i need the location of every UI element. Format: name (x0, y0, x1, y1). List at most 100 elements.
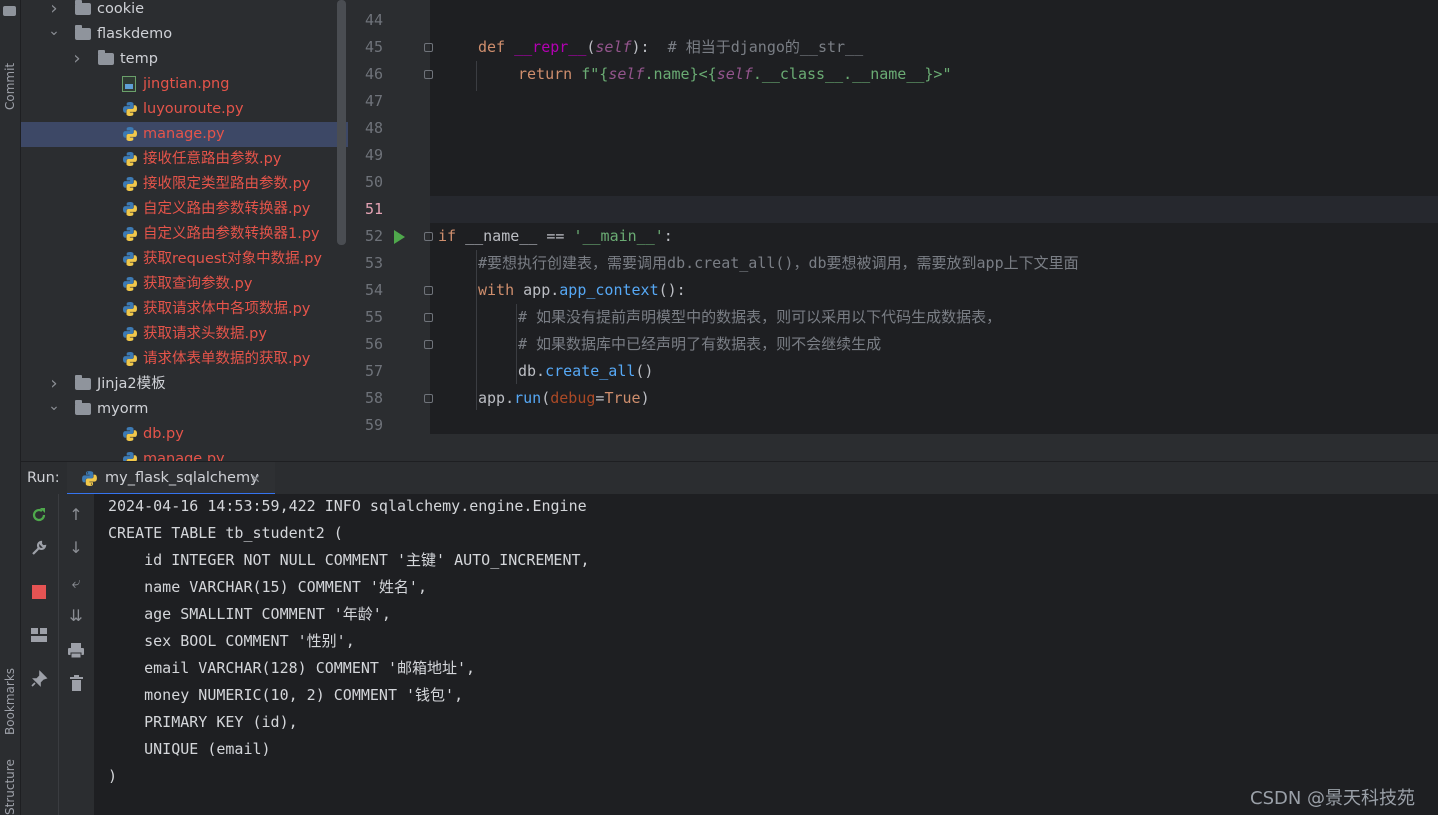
fold-marker-icon[interactable] (424, 43, 433, 52)
tree-item[interactable]: 获取查询参数.py (21, 272, 348, 297)
structure-tab[interactable]: Structure (0, 755, 20, 815)
line-number: 45 (364, 38, 383, 56)
tree-item-label: 接收任意路由参数.py (143, 151, 282, 167)
tree-item[interactable]: ⌄ flaskdemo (21, 22, 348, 47)
line-number: 54 (364, 281, 383, 299)
python-file-icon (123, 252, 137, 266)
tree-item[interactable]: › temp (21, 47, 348, 72)
folder-icon (98, 50, 114, 65)
fold-marker-icon[interactable] (424, 70, 433, 79)
folder-icon (75, 400, 91, 415)
line-number: 49 (364, 146, 383, 164)
tree-item[interactable]: 获取request对象中数据.py (21, 247, 348, 272)
tree-item-label: 获取请求体中各项数据.py (143, 301, 311, 317)
tab-my-flask-sqlalchemy[interactable]: my_flask_sqlalchemy ✕ (67, 462, 275, 495)
fold-marker-icon[interactable] (424, 232, 433, 241)
code-line-53: #要想执行创建表，需要调用db.creat_all()，db要想被调用，需要放到… (478, 254, 1079, 272)
down-arrow-icon[interactable]: ↓ (66, 538, 86, 558)
tree-item-label: flaskdemo (97, 26, 173, 42)
print-icon[interactable] (67, 642, 85, 659)
wrench-icon[interactable] (30, 539, 48, 557)
tree-scrollbar[interactable] (337, 0, 346, 245)
tree-item[interactable]: jingtian.png (21, 72, 348, 97)
soft-wrap-icon[interactable]: ⤶ (66, 573, 86, 593)
fold-marker-icon[interactable] (424, 340, 433, 349)
structure-label: Structure (3, 759, 17, 815)
line-number: 47 (364, 92, 383, 110)
line-number: 48 (364, 119, 383, 137)
tree-item[interactable]: manage.py (21, 122, 348, 147)
python-file-icon (123, 452, 137, 461)
run-gutter-icon[interactable] (394, 230, 405, 244)
left-tool-strip: Commit Bookmarks Structure (0, 0, 21, 815)
tree-item[interactable]: 自定义路由参数转换器.py (21, 197, 348, 222)
run-toolbar-primary (21, 494, 58, 815)
tree-item[interactable]: ⌄ myorm (21, 397, 348, 422)
line-number: 58 (364, 389, 383, 407)
fold-marker-icon[interactable] (424, 313, 433, 322)
python-icon (82, 471, 97, 486)
console-line: id INTEGER NOT NULL COMMENT '主键' AUTO_IN… (108, 551, 590, 569)
chevron-right-icon[interactable]: › (47, 372, 61, 397)
current-line-highlight (430, 196, 1438, 223)
console-line: sex BOOL COMMENT '性别', (108, 632, 355, 650)
tree-item[interactable]: 请求体表单数据的获取.py (21, 347, 348, 372)
python-file-icon (123, 302, 137, 316)
line-number: 53 (364, 254, 383, 272)
run-label: Run: (27, 470, 60, 486)
folder-icon[interactable] (3, 6, 16, 16)
chevron-down-icon[interactable]: ⌄ (47, 22, 61, 47)
tree-item[interactable]: › Jinja2模板 (21, 372, 348, 397)
tree-item-label: manage.py (143, 451, 225, 461)
close-icon[interactable]: ✕ (251, 462, 260, 494)
console-line: email VARCHAR(128) COMMENT '邮箱地址', (108, 659, 476, 677)
tree-item-label: Jinja2模板 (97, 376, 166, 392)
code-line-46: return f"{self.name}<{self.__class__.__n… (518, 65, 952, 83)
python-file-icon (123, 202, 137, 216)
tree-item[interactable]: 获取请求体中各项数据.py (21, 297, 348, 322)
console-line: CREATE TABLE tb_student2 ( (108, 524, 343, 542)
chevron-right-icon[interactable]: › (70, 47, 84, 72)
tree-item-label: 接收限定类型路由参数.py (143, 176, 311, 192)
stop-icon[interactable] (32, 585, 46, 599)
scroll-to-end-icon[interactable]: ⇊ (66, 606, 86, 626)
line-number: 57 (364, 362, 383, 380)
tree-item-label: db.py (143, 426, 184, 442)
code-line-56: # 如果数据库中已经声明了有数据表，则不会继续生成 (518, 335, 882, 353)
fold-marker-icon[interactable] (424, 394, 433, 403)
line-number: 52 (364, 227, 383, 245)
commit-tab[interactable]: Commit (0, 40, 20, 110)
tree-item[interactable]: 接收限定类型路由参数.py (21, 172, 348, 197)
fold-marker-icon[interactable] (424, 286, 433, 295)
chevron-right-icon[interactable]: › (47, 0, 61, 22)
run-panel-header: Run: my_flask_sqlalchemy ✕ (21, 461, 1438, 495)
code-line-54: with app.app_context(): (478, 281, 686, 299)
tree-item[interactable]: 获取请求头数据.py (21, 322, 348, 347)
tree-item[interactable]: › cookie (21, 0, 348, 22)
commit-label: Commit (3, 62, 17, 110)
bookmarks-tab[interactable]: Bookmarks (0, 640, 20, 735)
tree-item[interactable]: manage.py (21, 447, 348, 461)
tree-item[interactable]: luyouroute.py (21, 97, 348, 122)
bookmarks-label: Bookmarks (3, 667, 17, 735)
python-file-icon (123, 152, 137, 166)
tree-item[interactable]: 自定义路由参数转换器1.py (21, 222, 348, 247)
trash-icon[interactable] (69, 674, 84, 692)
project-tree: › cookie ⌄ flaskdemo › temp jingtian.png luyour… (21, 0, 348, 461)
folder-icon (75, 375, 91, 390)
python-file-icon (123, 127, 137, 141)
tree-item[interactable]: 接收任意路由参数.py (21, 147, 348, 172)
folder-icon (75, 25, 91, 40)
line-number: 59 (364, 416, 383, 434)
python-file-icon (123, 277, 137, 291)
rerun-icon[interactable] (30, 506, 48, 524)
line-number: 46 (364, 65, 383, 83)
tree-item[interactable]: db.py (21, 422, 348, 447)
line-number: 56 (364, 335, 383, 353)
up-arrow-icon[interactable]: ↑ (66, 505, 86, 525)
code-line-55: # 如果没有提前声明模型中的数据表，则可以采用以下代码生成数据表， (518, 308, 1002, 326)
layout-icon[interactable] (30, 627, 48, 643)
console-line: ) (108, 767, 118, 785)
chevron-down-icon[interactable]: ⌄ (47, 397, 61, 422)
pin-icon[interactable] (30, 670, 48, 688)
